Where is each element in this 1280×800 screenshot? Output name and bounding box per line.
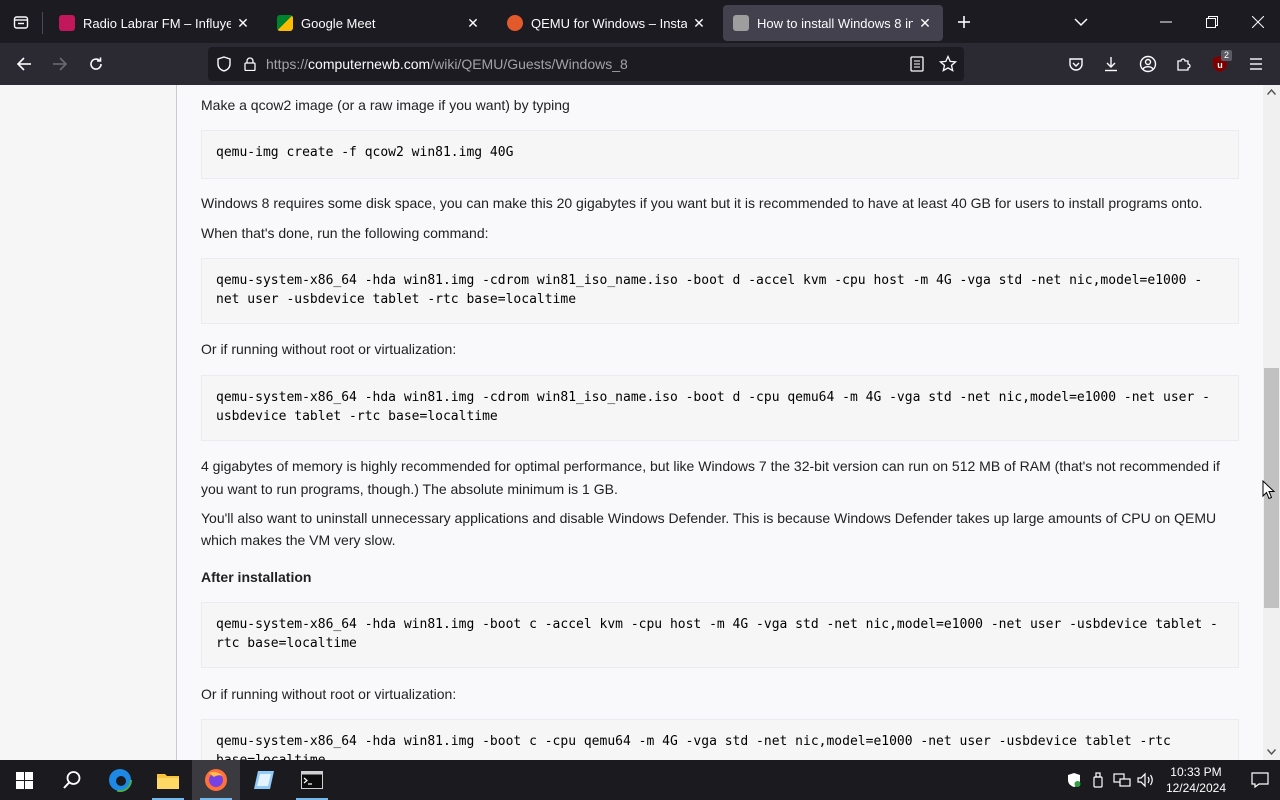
tab-separator: [42, 12, 43, 34]
paragraph: Make a qcow2 image (or a raw image if yo…: [201, 97, 570, 113]
tab-title: Radio Labrar FM – Influye tus se: [83, 15, 231, 31]
url-path: /wiki/QEMU/Guests/Windows_8: [430, 56, 628, 72]
firefox-taskbar-icon[interactable]: [192, 760, 240, 800]
pocket-icon[interactable]: [1060, 48, 1092, 80]
clock-time: 10:33 PM: [1170, 765, 1222, 779]
close-tab-icon[interactable]: ✕: [465, 15, 481, 32]
reader-view-icon[interactable]: [910, 56, 924, 77]
close-tab-icon[interactable]: ✕: [691, 15, 707, 32]
minimize-window-icon[interactable]: [1143, 0, 1189, 43]
tab-install-windows-8[interactable]: How to install Windows 8 in QE ✕: [723, 5, 943, 41]
mouse-cursor-icon: [1262, 480, 1276, 500]
scroll-up-arrow-icon[interactable]: [1267, 89, 1276, 95]
bookmark-star-icon[interactable]: [938, 54, 958, 78]
lock-icon[interactable]: [240, 57, 260, 71]
paragraph: Windows 8 requires some disk space, you …: [201, 195, 1203, 211]
code-block-install-no-kvm: qemu-system-x86_64 -hda win81.img -cdrom…: [201, 375, 1239, 441]
ublock-badge: 2: [1221, 50, 1233, 61]
tab-title: QEMU for Windows – Installers: [531, 15, 687, 31]
application-menu-icon[interactable]: [1240, 48, 1272, 80]
list-all-tabs-icon[interactable]: [1060, 0, 1102, 43]
close-tab-icon[interactable]: ✕: [917, 15, 933, 32]
tab-bar: Radio Labrar FM – Influye tus se ✕ Googl…: [0, 0, 1280, 43]
navigation-toolbar: https://computernewb.com/wiki/QEMU/Guest…: [0, 43, 1280, 85]
system-clock[interactable]: 10:33 PM 12/24/2024: [1166, 764, 1226, 796]
clock-date: 12/24/2024: [1165, 781, 1226, 795]
tracking-protection-shield-icon[interactable]: [208, 56, 240, 72]
tab-title: Google Meet: [301, 15, 376, 31]
reload-icon[interactable]: [78, 48, 114, 80]
paragraph: Or if running without root or virtualiza…: [201, 686, 457, 702]
extensions-puzzle-icon[interactable]: [1168, 48, 1200, 80]
paragraph: 4 gigabytes of memory is highly recommen…: [201, 458, 1220, 497]
account-icon[interactable]: [1132, 48, 1164, 80]
tab-google-meet[interactable]: Google Meet ✕: [267, 5, 491, 41]
virtual-machine-app-icon[interactable]: [240, 760, 288, 800]
tab-title: How to install Windows 8 in QE: [757, 15, 913, 31]
tab-radio-labrar[interactable]: Radio Labrar FM – Influye tus se ✕: [49, 5, 261, 41]
url-scheme: https://: [266, 56, 309, 72]
url-domain: computernewb.com: [308, 56, 431, 72]
back-icon[interactable]: [6, 48, 42, 80]
windows-start-icon[interactable]: [0, 760, 48, 800]
section-heading-after-installation: After installation: [201, 569, 312, 585]
code-block-run-no-kvm: qemu-system-x86_64 -hda win81.img -boot …: [201, 719, 1239, 760]
code-block-install-kvm: qemu-system-x86_64 -hda win81.img -cdrom…: [201, 258, 1239, 324]
radio-favicon-icon: [59, 15, 75, 31]
action-center-notifications-icon[interactable]: [1240, 760, 1280, 800]
close-tab-icon[interactable]: ✕: [235, 15, 251, 32]
url-text[interactable]: https://computernewb.com/wiki/QEMU/Guest…: [266, 56, 628, 72]
vertical-scrollbar[interactable]: [1263, 85, 1280, 760]
svg-text:u: u: [1217, 60, 1223, 70]
close-window-icon[interactable]: [1235, 0, 1280, 43]
google-meet-icon: [277, 15, 293, 31]
terminal-icon[interactable]: [288, 760, 336, 800]
downloads-icon[interactable]: [1095, 48, 1127, 80]
usb-device-icon[interactable]: [1086, 760, 1110, 800]
page-viewport: Make a qcow2 image (or a raw image if yo…: [0, 85, 1280, 760]
network-icon[interactable]: [1110, 760, 1134, 800]
paragraph: When that's done, run the following comm…: [201, 225, 489, 241]
forward-icon[interactable]: [42, 48, 78, 80]
windows-taskbar: 10:33 PM 12/24/2024: [0, 760, 1280, 800]
restore-window-icon[interactable]: [1189, 0, 1235, 43]
file-explorer-icon[interactable]: [144, 760, 192, 800]
system-tray: 10:33 PM 12/24/2024: [1062, 760, 1280, 800]
paragraph: Or if running without root or virtualiza…: [201, 341, 457, 357]
wiki-sidebar: [0, 85, 177, 760]
scroll-down-arrow-icon[interactable]: [1267, 749, 1276, 755]
edge-browser-icon[interactable]: [96, 760, 144, 800]
ublock-origin-icon[interactable]: u 2: [1204, 48, 1236, 80]
new-tab-icon[interactable]: [943, 0, 985, 43]
tab-qemu-installers[interactable]: QEMU for Windows – Installers ✕: [497, 5, 717, 41]
address-bar[interactable]: https://computernewb.com/wiki/QEMU/Guest…: [208, 47, 964, 81]
code-block-run-kvm: qemu-system-x86_64 -hda win81.img -boot …: [201, 602, 1239, 668]
windows-security-shield-icon[interactable]: [1062, 760, 1086, 800]
search-icon[interactable]: [48, 760, 96, 800]
wiki-favicon-icon: [733, 15, 749, 31]
paragraph: You'll also want to uninstall unnecessar…: [201, 510, 1217, 548]
code-block-create-image: qemu-img create -f qcow2 win81.img 40G: [201, 130, 1239, 179]
qemu-favicon-icon: [507, 15, 523, 31]
firefox-view-icon[interactable]: [0, 0, 42, 43]
volume-icon[interactable]: [1134, 760, 1158, 800]
